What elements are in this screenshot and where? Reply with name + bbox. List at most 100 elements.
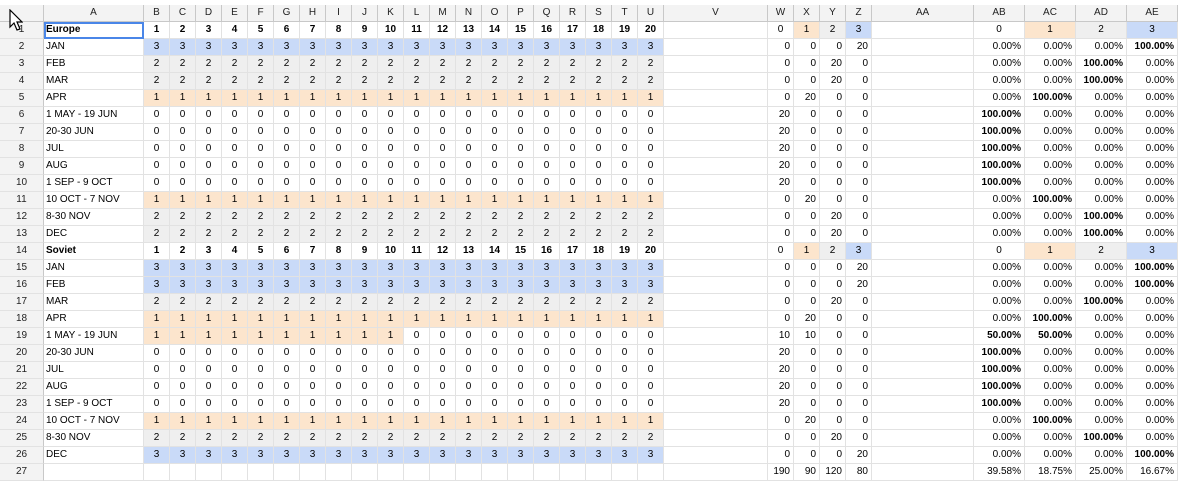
cell-day[interactable]: 2 [560, 73, 586, 90]
column-header-aa[interactable]: AA [872, 5, 974, 22]
cell-weight[interactable]: 0 [794, 430, 820, 447]
cell-weight[interactable]: 20 [794, 413, 820, 430]
cell-day[interactable]: 2 [196, 209, 222, 226]
cell-day[interactable] [196, 464, 222, 481]
cell-aa[interactable] [872, 311, 974, 328]
cell-weight[interactable]: 1 [794, 22, 820, 39]
cell-day[interactable]: 0 [586, 158, 612, 175]
cell-day[interactable]: 2 [196, 226, 222, 243]
cell-day[interactable]: 1 [404, 192, 430, 209]
cell-day[interactable]: 0 [300, 175, 326, 192]
cell-day[interactable]: 1 [638, 90, 664, 107]
cell-day[interactable]: 0 [456, 158, 482, 175]
cell-a[interactable]: JAN [44, 39, 144, 56]
cell-weight[interactable]: 0 [794, 209, 820, 226]
cell-percent[interactable]: 0.00% [1127, 124, 1178, 141]
cell-day[interactable]: 3 [534, 447, 560, 464]
column-header-c[interactable]: C [170, 5, 196, 22]
cell-percent[interactable]: 0.00% [1076, 141, 1127, 158]
cell-day[interactable] [144, 464, 170, 481]
cell-day[interactable]: 0 [586, 345, 612, 362]
cell-day[interactable] [170, 464, 196, 481]
cell-day[interactable]: 0 [482, 124, 508, 141]
cell-a[interactable]: Europe [44, 22, 144, 39]
cell-day[interactable]: 2 [378, 430, 404, 447]
cell-day[interactable]: 1 [560, 192, 586, 209]
cell-day[interactable]: 1 [560, 311, 586, 328]
column-header-z[interactable]: Z [846, 5, 872, 22]
cell-day[interactable]: 0 [378, 345, 404, 362]
cell-day[interactable]: 0 [404, 124, 430, 141]
cell-percent[interactable]: 0.00% [1127, 413, 1178, 430]
cell-day[interactable]: 0 [612, 328, 638, 345]
cell-day[interactable]: 0 [638, 107, 664, 124]
column-header-e[interactable]: E [222, 5, 248, 22]
cell-v[interactable] [664, 447, 768, 464]
row-header[interactable]: 13 [0, 226, 44, 243]
cell-day[interactable]: 0 [144, 362, 170, 379]
column-header-r[interactable]: R [560, 5, 586, 22]
cell-percent[interactable]: 0.00% [1076, 260, 1127, 277]
cell-weight[interactable]: 0 [846, 396, 872, 413]
cell-day[interactable]: 10 [378, 243, 404, 260]
cell-a[interactable]: 10 OCT - 7 NOV [44, 192, 144, 209]
cell-day[interactable]: 0 [534, 328, 560, 345]
cell-day[interactable]: 0 [248, 107, 274, 124]
cell-day[interactable]: 3 [300, 447, 326, 464]
cell-day[interactable]: 1 [196, 311, 222, 328]
cell-day[interactable]: 2 [482, 430, 508, 447]
cell-day[interactable]: 14 [482, 22, 508, 39]
cell-aa[interactable] [872, 158, 974, 175]
cell-day[interactable]: 1 [144, 192, 170, 209]
row-header[interactable]: 25 [0, 430, 44, 447]
cell-percent[interactable]: 100.00% [1076, 294, 1127, 311]
cell-day[interactable]: 3 [612, 39, 638, 56]
cell-day[interactable]: 3 [534, 260, 560, 277]
cell-weight[interactable]: 20 [820, 56, 846, 73]
cell-day[interactable]: 2 [352, 209, 378, 226]
cell-day[interactable]: 3 [326, 39, 352, 56]
row-header[interactable]: 22 [0, 379, 44, 396]
cell-day[interactable]: 0 [300, 107, 326, 124]
cell-day[interactable]: 0 [612, 124, 638, 141]
cell-weight[interactable]: 20 [846, 260, 872, 277]
cell-aa[interactable] [872, 362, 974, 379]
cell-day[interactable]: 13 [456, 243, 482, 260]
cell-day[interactable]: 2 [456, 73, 482, 90]
cell-day[interactable]: 0 [326, 345, 352, 362]
cell-v[interactable] [664, 107, 768, 124]
cell-day[interactable]: 0 [586, 328, 612, 345]
cell-aa[interactable] [872, 56, 974, 73]
cell-day[interactable]: 2 [404, 430, 430, 447]
cell-weight[interactable]: 0 [794, 379, 820, 396]
cell-day[interactable]: 1 [326, 192, 352, 209]
cell-day[interactable]: 3 [170, 447, 196, 464]
cell-day[interactable]: 3 [612, 260, 638, 277]
cell-day[interactable]: 0 [508, 396, 534, 413]
cell-weight[interactable]: 20 [846, 277, 872, 294]
cell-day[interactable]: 1 [404, 311, 430, 328]
cell-percent[interactable]: 0.00% [1127, 396, 1178, 413]
cell-day[interactable]: 14 [482, 243, 508, 260]
cell-day[interactable]: 3 [196, 243, 222, 260]
cell-day[interactable]: 0 [326, 379, 352, 396]
cell-day[interactable]: 0 [534, 124, 560, 141]
cell-day[interactable]: 1 [534, 90, 560, 107]
cell-day[interactable]: 15 [508, 243, 534, 260]
cell-day[interactable]: 0 [404, 396, 430, 413]
cell-day[interactable]: 2 [638, 226, 664, 243]
cell-percent[interactable]: 50.00% [974, 328, 1025, 345]
cell-day[interactable]: 0 [612, 175, 638, 192]
row-header[interactable]: 18 [0, 311, 44, 328]
cell-percent[interactable]: 0.00% [1025, 39, 1076, 56]
cell-day[interactable]: 2 [560, 209, 586, 226]
cell-day[interactable]: 0 [508, 328, 534, 345]
cell-weight[interactable]: 190 [768, 464, 794, 481]
cell-day[interactable]: 0 [248, 396, 274, 413]
cell-percent[interactable]: 0.00% [1025, 124, 1076, 141]
cell-percent[interactable]: 0.00% [1127, 192, 1178, 209]
cell-day[interactable]: 4 [222, 243, 248, 260]
cell-v[interactable] [664, 175, 768, 192]
cell-day[interactable]: 2 [612, 73, 638, 90]
row-header[interactable]: 21 [0, 362, 44, 379]
